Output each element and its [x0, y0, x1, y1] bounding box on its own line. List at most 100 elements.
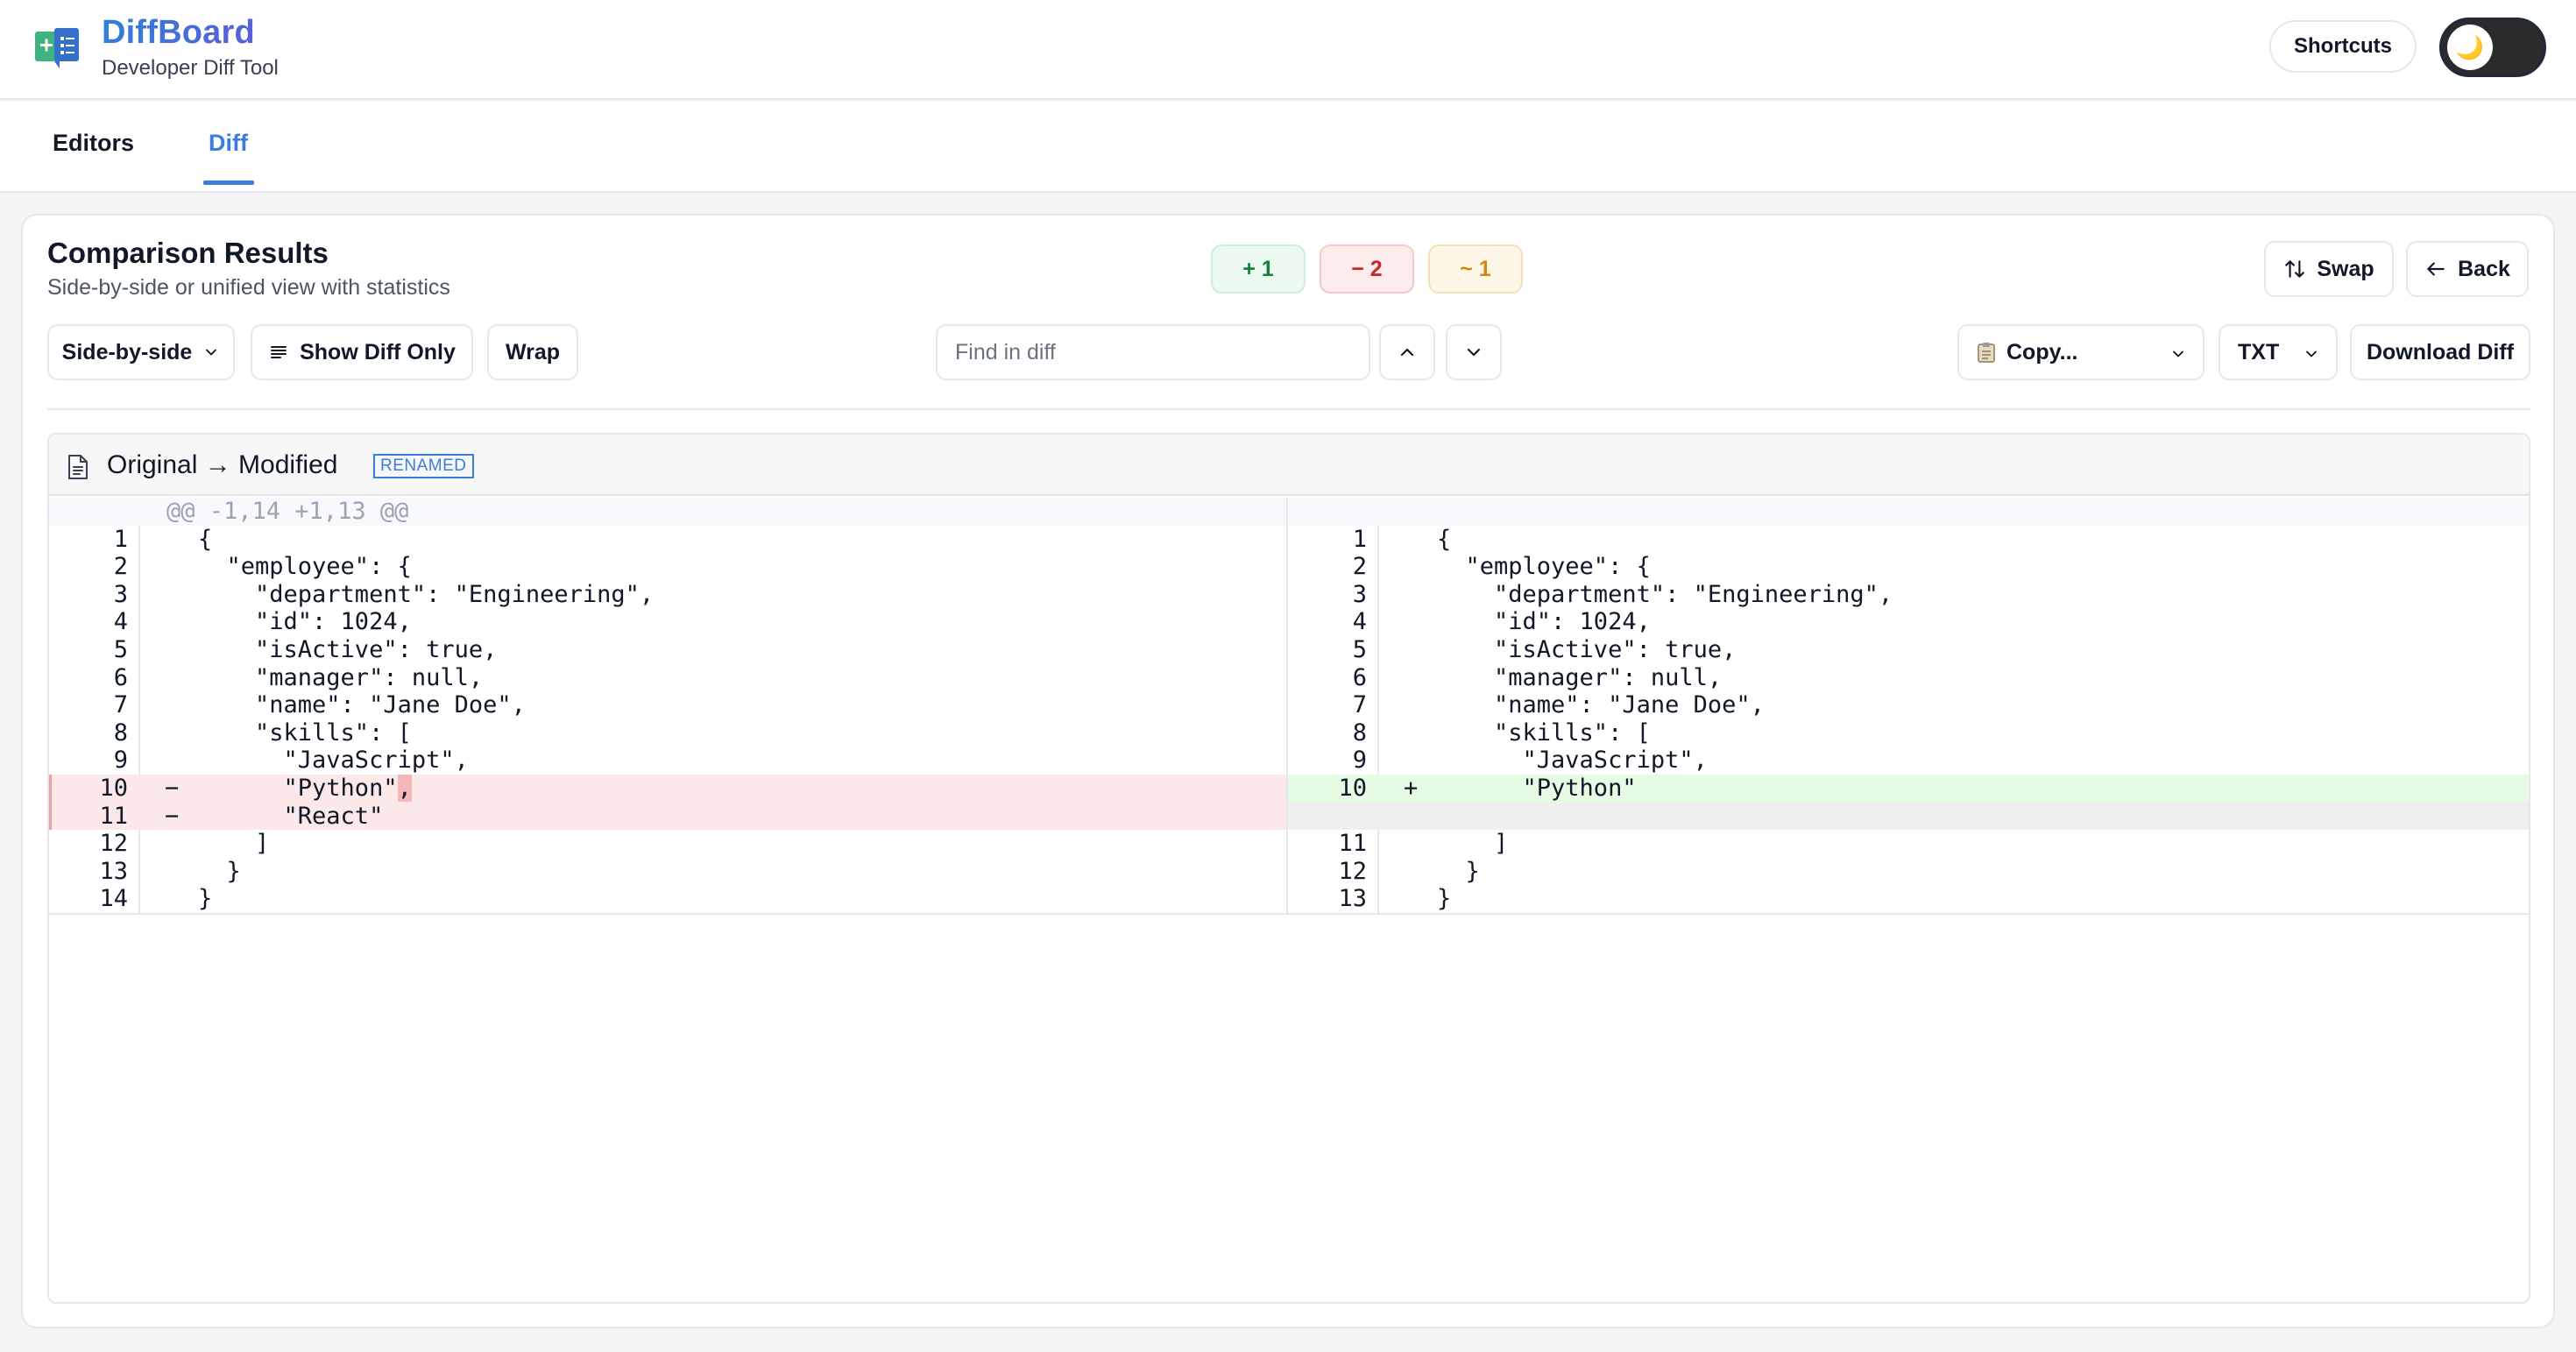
file-header: Original → Modified RENAMED — [49, 435, 2529, 496]
diff-line: 1{ — [1288, 525, 2529, 554]
swap-icon — [2285, 260, 2305, 278]
results-title: Comparison Results — [47, 237, 329, 269]
code-line: "isActive": true, — [198, 636, 497, 664]
diff-line: 12 } — [1288, 858, 2529, 886]
code-text: "Python" — [198, 775, 398, 802]
renamed-badge: RENAMED — [373, 454, 474, 478]
code-text: "React" — [198, 802, 384, 830]
wrap-button[interactable]: Wrap — [487, 324, 578, 380]
theme-toggle[interactable]: 🌙 — [2439, 18, 2546, 77]
diff-line: 4 "id": 1024, — [49, 608, 1286, 636]
code-text: "JavaScript", — [1437, 747, 1708, 775]
moon-icon: 🌙 — [2447, 25, 2493, 70]
code-line: "id": 1024, — [1437, 608, 1651, 636]
change-marker: − — [165, 775, 180, 802]
line-number: 3 — [113, 580, 128, 608]
code-line: "employee": { — [198, 553, 412, 581]
line-number: 9 — [113, 747, 128, 775]
code-line: "id": 1024, — [198, 608, 412, 636]
diff-line: 7 "name": "Jane Doe", — [49, 691, 1286, 719]
diff-line: 12 ] — [49, 830, 1286, 858]
line-number: 7 — [1352, 691, 1367, 719]
line-number: 2 — [113, 553, 128, 581]
view-mode-select[interactable]: Side-by-side — [47, 324, 235, 380]
code-text: "department": "Engineering", — [198, 580, 655, 608]
shortcuts-button[interactable]: Shortcuts — [2269, 20, 2417, 73]
code-text: "id": 1024, — [198, 608, 412, 636]
removed-count-badge: − 2 — [1320, 244, 1414, 294]
code-line: } — [198, 885, 212, 913]
line-number: 9 — [1352, 747, 1367, 775]
line-number: 13 — [99, 857, 128, 885]
code-text: "name": "Jane Doe", — [198, 691, 526, 719]
diff-line: 8 "skills": [ — [1288, 719, 2529, 747]
show-diff-only-button[interactable]: Show Diff Only — [251, 324, 473, 380]
diff-line: 7 "name": "Jane Doe", — [1288, 691, 2529, 719]
app-header: DiffBoard Developer Diff Tool Shortcuts … — [0, 0, 2576, 100]
line-number: 1 — [113, 525, 128, 553]
swap-button[interactable]: Swap — [2264, 241, 2394, 297]
diff-line: 10 + "Python" — [1288, 775, 2529, 803]
code-text: "Python" — [1437, 775, 1637, 802]
hunk-header — [1288, 498, 2529, 526]
code-line: } — [1437, 885, 1451, 913]
line-number: 11 — [1338, 830, 1367, 858]
code-line: "department": "Engineering", — [198, 581, 654, 609]
code-line: "manager": null, — [1437, 664, 1722, 692]
show-diff-only-label: Show Diff Only — [300, 339, 456, 365]
diff-line: 10 − "Python", — [49, 775, 1286, 803]
line-number: 10 — [1338, 775, 1367, 802]
original-pane: @@ -1,14 +1,13 @@ 1{2 "employee": {3 "dep… — [49, 498, 1288, 915]
line-number: 7 — [113, 691, 128, 719]
change-marker: + — [1404, 775, 1419, 802]
diff-line: 6 "manager": null, — [49, 664, 1286, 692]
code-text: "name": "Jane Doe", — [1437, 691, 1765, 719]
diff-line: 14} — [49, 885, 1286, 913]
format-select[interactable]: TXT — [2219, 324, 2338, 380]
code-text: ] — [198, 830, 270, 858]
active-tab-indicator — [203, 181, 254, 185]
toolbar-divider — [47, 408, 2530, 410]
copy-select[interactable]: Copy... — [1957, 324, 2204, 380]
line-number: 5 — [113, 636, 128, 663]
view-mode-label: Side-by-side — [61, 339, 193, 365]
download-diff-button[interactable]: Download Diff — [2350, 324, 2530, 380]
diff-line — [1288, 802, 2529, 831]
diff-line: 3 "department": "Engineering", — [49, 581, 1286, 609]
code-line: "department": "Engineering", — [1437, 581, 1893, 609]
code-line: "skills": [ — [1437, 719, 1651, 747]
app-title: DiffBoard — [102, 14, 255, 51]
code-text: "manager": null, — [1437, 663, 1723, 691]
diff-line: 5 "isActive": true, — [49, 636, 1286, 664]
diff-line: 11 − "React" — [49, 802, 1286, 831]
file-icon — [68, 455, 88, 479]
next-match-button[interactable] — [1446, 324, 1502, 380]
code-text: "JavaScript", — [198, 747, 469, 775]
code-line: "name": "Jane Doe", — [198, 691, 526, 719]
file-name: Original → Modified — [107, 450, 338, 479]
diff-viewer: Original → Modified RENAMED @@ -1,14 +1,… — [47, 433, 2530, 1304]
tab-diff[interactable]: Diff — [209, 130, 248, 157]
code-line: ] — [198, 830, 269, 858]
code-text: "id": 1024, — [1437, 608, 1651, 636]
find-in-diff-input[interactable] — [936, 324, 1370, 380]
code-line: "employee": { — [1437, 553, 1651, 581]
code-line: "React" — [198, 802, 384, 831]
line-number: 1 — [1352, 525, 1367, 553]
code-line: "isActive": true, — [1437, 636, 1736, 664]
code-text: "manager": null, — [198, 663, 484, 691]
code-text: "employee": { — [1437, 553, 1651, 581]
lines-icon — [271, 346, 287, 358]
line-number: 5 — [1352, 636, 1367, 663]
code-text: "isActive": true, — [1437, 636, 1737, 663]
hunk-header: @@ -1,14 +1,13 @@ — [49, 498, 1286, 526]
code-text: { — [198, 525, 213, 553]
tab-editors[interactable]: Editors — [53, 130, 134, 157]
line-number: 6 — [1352, 663, 1367, 691]
prev-match-button[interactable] — [1379, 324, 1435, 380]
diff-line: 9 "JavaScript", — [1288, 747, 2529, 775]
back-button[interactable]: Back — [2406, 241, 2529, 297]
arrow-left-icon — [2427, 262, 2445, 276]
code-text: ] — [1437, 830, 1509, 858]
line-number: 13 — [1338, 885, 1367, 913]
